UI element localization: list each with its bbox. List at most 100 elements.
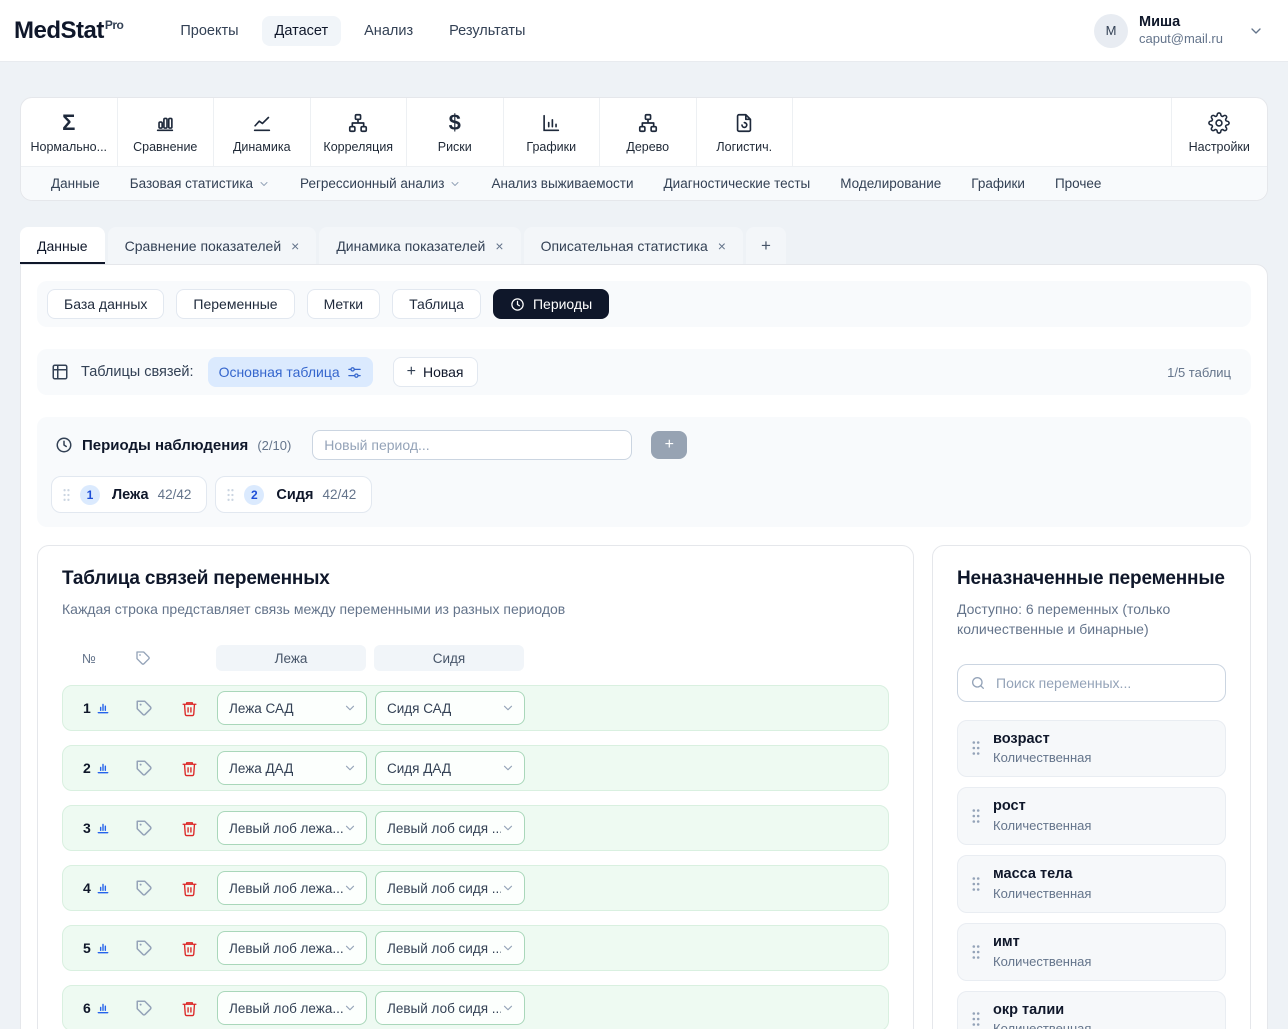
- new-period-input[interactable]: [312, 430, 632, 460]
- tab-0[interactable]: Данные: [20, 227, 105, 264]
- variable-item-0[interactable]: возрастКоличественная: [957, 720, 1226, 778]
- bar-chart-icon: [154, 111, 176, 135]
- variable-select-left[interactable]: Левый лоб лежа...: [217, 931, 367, 965]
- section-tab-0[interactable]: База данных: [47, 289, 164, 319]
- tag-icon[interactable]: [135, 879, 153, 897]
- links-table-subtitle: Каждая строка представляет связь между п…: [62, 599, 889, 619]
- nav-item-0[interactable]: Проекты: [167, 16, 251, 46]
- trash-icon[interactable]: [181, 760, 198, 777]
- menubar-item-7[interactable]: Прочее: [1043, 172, 1113, 195]
- tool-button-0[interactable]: ΣНормально...: [21, 98, 118, 166]
- add-tab-button[interactable]: +: [746, 227, 786, 264]
- trash-icon[interactable]: [181, 1000, 198, 1017]
- variable-select-left[interactable]: Левый лоб лежа...: [217, 811, 367, 845]
- variable-item-3[interactable]: имтКоличественная: [957, 923, 1226, 981]
- nav-item-1[interactable]: Датасет: [262, 16, 342, 46]
- tool-button-7[interactable]: Логистич.: [697, 98, 794, 166]
- drag-handle-icon: [971, 944, 981, 960]
- workspace-tabs: ДанныеСравнение показателей×Динамика пок…: [20, 227, 1268, 264]
- menubar-item-1[interactable]: Базовая статистика: [118, 172, 282, 195]
- variable-select-right[interactable]: Сидя ДАД: [375, 751, 525, 785]
- chevron-down-icon: [258, 178, 270, 190]
- variable-type: Количественная: [993, 954, 1091, 971]
- tag-icon[interactable]: [135, 939, 153, 957]
- variable-item-1[interactable]: ростКоличественная: [957, 787, 1226, 845]
- section-tab-4[interactable]: Периоды: [493, 289, 609, 319]
- variable-name: окр талии: [993, 1001, 1091, 1020]
- tag-icon[interactable]: [135, 699, 153, 717]
- close-icon[interactable]: ×: [718, 239, 726, 253]
- nav-item-2[interactable]: Анализ: [351, 16, 426, 46]
- tag-icon[interactable]: [135, 819, 153, 837]
- period-count: 42/42: [322, 487, 356, 502]
- clock-icon: [55, 436, 73, 454]
- chevron-down-icon: [343, 821, 357, 835]
- nav-item-3[interactable]: Результаты: [436, 16, 538, 46]
- tool-button-5[interactable]: Графики: [504, 98, 601, 166]
- link-row-1: 1Лежа САДСидя САД: [62, 685, 889, 731]
- variable-select-right[interactable]: Левый лоб сидя ...: [375, 871, 525, 905]
- variable-select-right[interactable]: Левый лоб сидя ...: [375, 991, 525, 1025]
- menubar-item-6[interactable]: Графики: [959, 172, 1037, 195]
- menubar-item-4[interactable]: Диагностические тесты: [652, 172, 823, 195]
- trash-icon[interactable]: [181, 940, 198, 957]
- tool-button-6[interactable]: Дерево: [600, 98, 697, 166]
- trash-icon[interactable]: [181, 700, 198, 717]
- menubar-item-2[interactable]: Регрессионный анализ: [288, 172, 473, 195]
- tab-2[interactable]: Динамика показателей×: [319, 227, 520, 264]
- variable-select-right[interactable]: Левый лоб сидя ...: [375, 931, 525, 965]
- tree-icon: [637, 111, 659, 135]
- menubar-item-0[interactable]: Данные: [39, 172, 112, 195]
- menubar-item-5[interactable]: Моделирование: [828, 172, 953, 195]
- chart-axis-icon: [540, 111, 562, 135]
- trash-icon[interactable]: [181, 820, 198, 837]
- tool-button-1[interactable]: Сравнение: [118, 98, 215, 166]
- chevron-down-icon: [501, 821, 515, 835]
- user-name: Миша: [1139, 13, 1223, 31]
- period-chip-1[interactable]: 2Сидя42/42: [215, 476, 372, 513]
- section-tab-2[interactable]: Метки: [307, 289, 381, 319]
- close-icon[interactable]: ×: [495, 239, 503, 253]
- tool-button-3[interactable]: Корреляция: [311, 98, 408, 166]
- tool-button-2[interactable]: Динамика: [214, 98, 311, 166]
- chevron-down-icon: [501, 761, 515, 775]
- close-icon[interactable]: ×: [291, 239, 299, 253]
- variable-select-left[interactable]: Левый лоб лежа...: [217, 991, 367, 1025]
- variable-select-right[interactable]: Сидя САД: [375, 691, 525, 725]
- section-tab-1[interactable]: Переменные: [176, 289, 294, 319]
- mini-chart-icon: [96, 761, 110, 775]
- variable-type: Количественная: [993, 1021, 1091, 1029]
- menubar-item-3[interactable]: Анализ выживаемости: [479, 172, 645, 195]
- settings-button[interactable]: Настройки: [1171, 98, 1268, 166]
- main-panel: База данных Переменные Метки Таблица Периоды…: [20, 264, 1268, 1029]
- tab-3[interactable]: Описательная статистика×: [524, 227, 743, 264]
- unassigned-subtitle: Доступно: 6 переменных (только количеств…: [957, 599, 1226, 640]
- tab-1[interactable]: Сравнение показателей×: [108, 227, 317, 264]
- chevron-down-icon: [501, 1001, 515, 1015]
- trash-icon[interactable]: [181, 880, 198, 897]
- mini-chart-icon: [96, 821, 110, 835]
- user-menu[interactable]: М Миша caput@mail.ru: [1094, 13, 1264, 47]
- unassigned-variables-card: Неназначенные переменные Доступно: 6 пер…: [932, 545, 1251, 1029]
- variable-select-left[interactable]: Лежа САД: [217, 691, 367, 725]
- variable-select-left[interactable]: Лежа ДАД: [217, 751, 367, 785]
- section-tab-3[interactable]: Таблица: [392, 289, 481, 319]
- add-period-button[interactable]: +: [651, 431, 687, 459]
- chevron-down-icon: [449, 178, 461, 190]
- tag-icon[interactable]: [135, 759, 153, 777]
- variable-select-left[interactable]: Левый лоб лежа...: [217, 871, 367, 905]
- logo-pro-badge: Pro: [105, 18, 124, 32]
- variable-item-2[interactable]: масса телаКоличественная: [957, 855, 1226, 913]
- periods-title: Периоды наблюдения: [82, 437, 248, 454]
- new-table-button[interactable]: + Новая: [393, 357, 478, 387]
- tool-button-4[interactable]: $Риски: [407, 98, 504, 166]
- links-table-title: Таблица связей переменных: [62, 568, 889, 590]
- period-chip-0[interactable]: 1Лежа42/42: [51, 476, 207, 513]
- variable-type: Количественная: [993, 750, 1091, 767]
- variable-select-right[interactable]: Левый лоб сидя ...: [375, 811, 525, 845]
- tag-icon[interactable]: [135, 999, 153, 1017]
- active-link-table-chip[interactable]: Основная таблица: [208, 357, 373, 387]
- sliders-icon: [347, 365, 362, 380]
- search-variables-input[interactable]: [957, 664, 1226, 702]
- variable-item-4[interactable]: окр талииКоличественная: [957, 991, 1226, 1029]
